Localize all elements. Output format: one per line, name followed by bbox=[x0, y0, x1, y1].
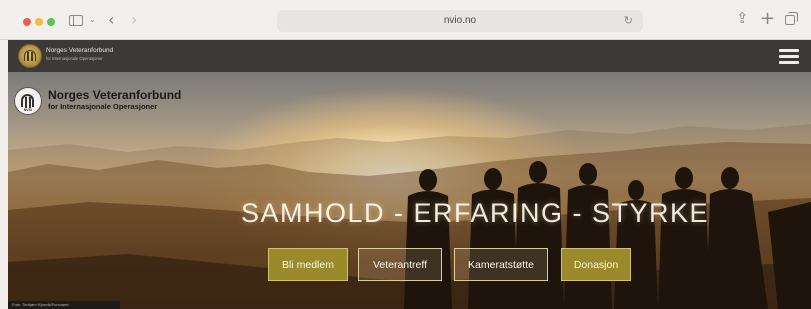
forward-icon[interactable]: › bbox=[131, 12, 137, 28]
hero-logo-label: NVIO bbox=[23, 108, 33, 112]
nav-subtitle[interactable]: for Internasjonale Operasjoner bbox=[46, 56, 103, 61]
back-icon[interactable]: ‹ bbox=[108, 12, 114, 28]
address-bar[interactable]: nvio.no ↻ bbox=[277, 10, 643, 32]
minimize-window-button[interactable] bbox=[35, 18, 43, 26]
close-window-button[interactable] bbox=[23, 18, 31, 26]
chevron-down-icon[interactable]: ⌄ bbox=[89, 16, 96, 24]
photo-credit: Foto: Torbjørn Kjosvik/Forsvaret bbox=[8, 301, 120, 309]
nvio-hero-logo-icon[interactable]: NVIO bbox=[14, 87, 42, 115]
new-tab-icon[interactable]: + bbox=[760, 10, 775, 28]
nav-title[interactable]: Norges Veteranforbund bbox=[46, 47, 113, 55]
sidebar-icon[interactable] bbox=[69, 15, 83, 26]
reload-icon[interactable]: ↻ bbox=[624, 14, 633, 27]
donation-button[interactable]: Donasjon bbox=[561, 248, 631, 281]
nvio-logo-icon[interactable] bbox=[18, 44, 42, 68]
peer-support-button[interactable]: Kameratstøtte bbox=[454, 248, 548, 281]
zoom-window-button[interactable] bbox=[47, 18, 55, 26]
tabs-icon[interactable] bbox=[785, 12, 798, 25]
veteran-meetup-button[interactable]: Veterantreff bbox=[358, 248, 442, 281]
url-text: nvio.no bbox=[443, 15, 477, 26]
hamburger-icon[interactable] bbox=[779, 49, 799, 64]
hero-subtitle[interactable]: for Internasjonale Operasjoner bbox=[48, 103, 157, 111]
hero-banner: NVIO Norges Veteranforbund for Internasj… bbox=[8, 72, 811, 309]
share-icon[interactable]: ⇪ bbox=[736, 11, 749, 26]
join-button[interactable]: Bli medlem bbox=[268, 248, 348, 281]
hero-tagline: SAMHOLD - ERFARING - STYRKE bbox=[241, 198, 710, 228]
hero-title[interactable]: Norges Veteranforbund bbox=[48, 89, 181, 101]
site-navbar: Norges Veteranforbund for Internasjonale… bbox=[8, 40, 811, 72]
browser-toolbar: ⌄ ‹ › nvio.no ↻ ⇪ + bbox=[0, 0, 811, 40]
